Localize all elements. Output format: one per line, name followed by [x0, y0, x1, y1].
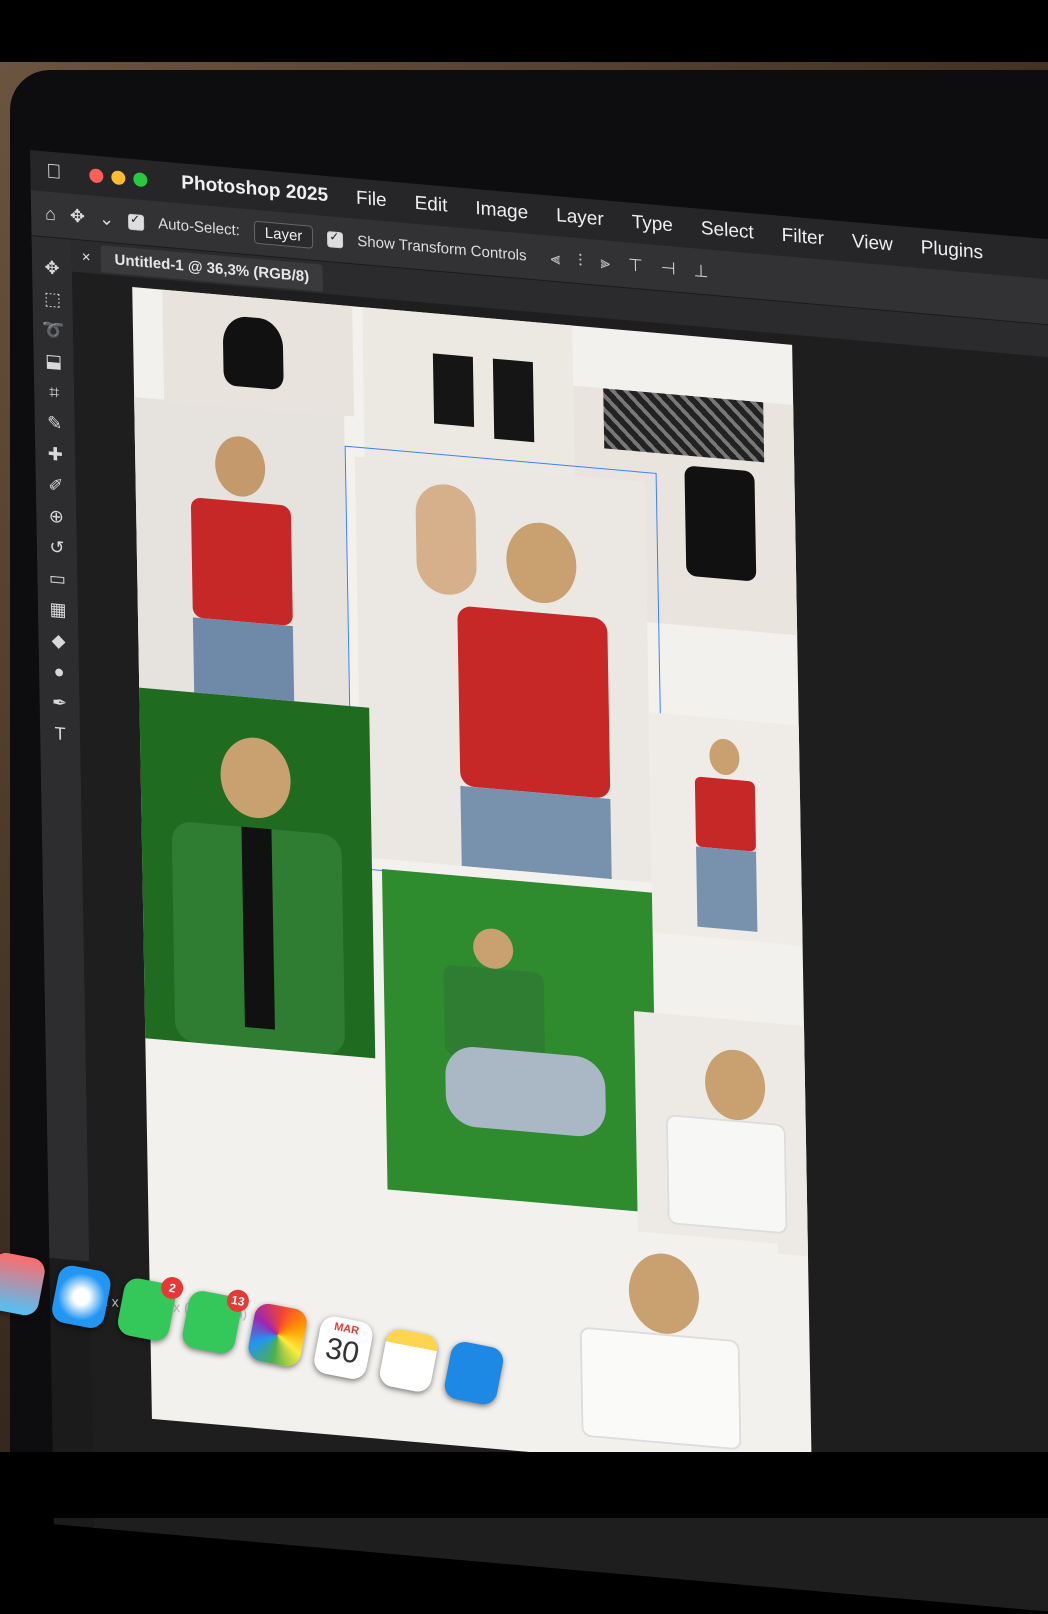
auto-select-label: Auto-Select: [157, 215, 240, 240]
move-tool-icon[interactable]: ✥ [70, 205, 85, 227]
type-icon[interactable]: T [54, 723, 65, 745]
photoshop-window:  Photoshop 2025 File Edit Image Layer T… [30, 150, 1048, 1614]
align-right-icon[interactable]: ⫸ [600, 252, 610, 273]
move-icon[interactable]: ✥ [44, 257, 59, 279]
photo-red-shirt-1[interactable] [134, 397, 350, 707]
transform-controls-checkbox[interactable] [327, 230, 344, 248]
close-tab-icon[interactable]: × [82, 248, 91, 266]
align-center-icon[interactable]: ⫶ [578, 251, 583, 271]
letterbox-bottom [0, 1452, 1048, 1518]
menu-type[interactable]: Type [632, 212, 674, 238]
minimize-window-icon[interactable] [111, 170, 126, 186]
app-name[interactable]: Photoshop 2025 [181, 172, 328, 207]
photo-green-seated[interactable] [381, 868, 658, 1214]
menu-plugins[interactable]: Plugins [921, 237, 984, 264]
calendar-icon[interactable]: MAR 30 [311, 1314, 375, 1382]
menu-layer[interactable]: Layer [556, 205, 604, 231]
laptop-bezel:  Photoshop 2025 File Edit Image Layer T… [10, 70, 1048, 1614]
app-store-icon[interactable] [442, 1339, 506, 1407]
launchpad-icon[interactable] [0, 1250, 47, 1318]
align-left-icon[interactable]: ⫷ [550, 248, 560, 269]
facetime-icon[interactable]: 2 [115, 1275, 186, 1343]
menu-select[interactable]: Select [701, 218, 754, 245]
brush-icon[interactable]: ✐ [48, 475, 63, 497]
stamp-icon[interactable]: ⊕ [49, 506, 64, 528]
window-controls [89, 168, 148, 188]
eraser-icon[interactable]: ▭ [49, 568, 66, 591]
align-buttons: ⫷ ⫶ ⫸ ⊤ ⊣ ⊥ [550, 248, 708, 282]
history-brush-icon[interactable]: ↺ [49, 537, 64, 559]
align-middle-icon[interactable]: ⊣ [661, 258, 676, 279]
object-select-icon[interactable]: ⬓ [45, 350, 62, 373]
photo-white-tank-1[interactable] [634, 1011, 808, 1257]
auto-select-checkbox[interactable] [127, 213, 145, 231]
notes-icon[interactable] [377, 1326, 440, 1394]
photo-green-jacket[interactable] [139, 687, 376, 1059]
menu-filter[interactable]: Filter [782, 225, 825, 251]
canvas-area[interactable] [72, 271, 1048, 1614]
zoom-window-icon[interactable] [133, 172, 148, 188]
align-top-icon[interactable]: ⊤ [628, 255, 643, 276]
photo-boots-1[interactable] [162, 289, 355, 417]
photo-white-tank-2[interactable] [527, 1221, 782, 1475]
facetime-badge: 2 [159, 1275, 186, 1301]
healing-brush-icon[interactable]: ✚ [48, 444, 63, 466]
eyedropper-icon[interactable]: ✎ [47, 413, 62, 435]
home-icon[interactable]: ⌂ [45, 203, 56, 225]
gradient-icon[interactable]: ▦ [49, 599, 66, 622]
chevron-down-icon[interactable]: ⌄ [99, 208, 114, 230]
messages-badge: 13 [225, 1287, 251, 1314]
menu-view[interactable]: View [852, 231, 893, 257]
marquee-icon[interactable]: ⬚ [44, 288, 61, 311]
align-bottom-icon[interactable]: ⊥ [693, 261, 708, 282]
menu-edit[interactable]: Edit [414, 193, 447, 218]
messages-icon[interactable]: 13 [180, 1287, 251, 1356]
apple-logo-icon[interactable]:  [46, 160, 61, 184]
auto-select-dropdown[interactable]: Layer [253, 220, 314, 249]
blur-icon[interactable]: ◆ [51, 630, 65, 652]
pen-icon[interactable]: ✒ [52, 692, 67, 714]
crop-icon[interactable]: ⌗ [49, 382, 60, 404]
photo-red-shirt-2[interactable] [648, 712, 803, 946]
menu-image[interactable]: Image [475, 198, 528, 225]
dodge-icon[interactable]: ● [53, 661, 64, 683]
transform-controls-label: Show Transform Controls [357, 232, 527, 265]
lasso-icon[interactable]: ➰ [42, 319, 65, 342]
selection-bounding-box[interactable] [344, 445, 664, 896]
close-window-icon[interactable] [89, 168, 104, 184]
letterbox-top [0, 0, 1048, 62]
photos-icon[interactable] [246, 1301, 309, 1369]
menu-file[interactable]: File [356, 188, 387, 213]
safari-icon[interactable] [49, 1263, 113, 1331]
